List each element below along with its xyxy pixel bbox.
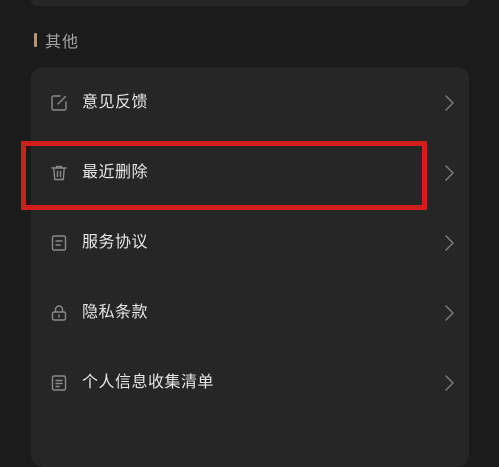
menu-item-feedback[interactable]: 意见反馈 [31,67,469,137]
chevron-right-icon [441,303,457,323]
menu-item-label: 隐私条款 [82,302,149,321]
menu-item-label: 意见反馈 [82,92,149,111]
menu-item-label: 服务协议 [82,232,149,251]
menu-item-label: 个人信息收集清单 [82,372,215,391]
menu-item-service-agreement[interactable]: 服务协议 [31,207,469,277]
chevron-right-icon [441,373,457,393]
chevron-right-icon [441,93,457,113]
menu-item-privacy-terms[interactable]: 隐私条款 [31,277,469,347]
list-document-icon [49,373,69,393]
previous-card-edge [31,0,469,6]
section-title: 其他 [45,32,80,51]
chevron-right-icon [441,163,457,183]
trash-icon [49,163,69,183]
chevron-right-icon [441,233,457,253]
document-icon [49,233,69,253]
menu-item-recently-deleted[interactable]: 最近删除 [31,137,469,207]
section-accent-bar [34,33,37,47]
feedback-edit-icon [49,93,69,113]
section-header: 其他 [34,28,79,52]
menu-item-personal-info-list[interactable]: 个人信息收集清单 [31,347,469,417]
menu-item-label: 最近删除 [82,162,149,181]
settings-card: 意见反馈 最近删除 服务协议 隐私条款 个人信息收集清单 [31,67,469,467]
lock-icon [49,303,69,323]
